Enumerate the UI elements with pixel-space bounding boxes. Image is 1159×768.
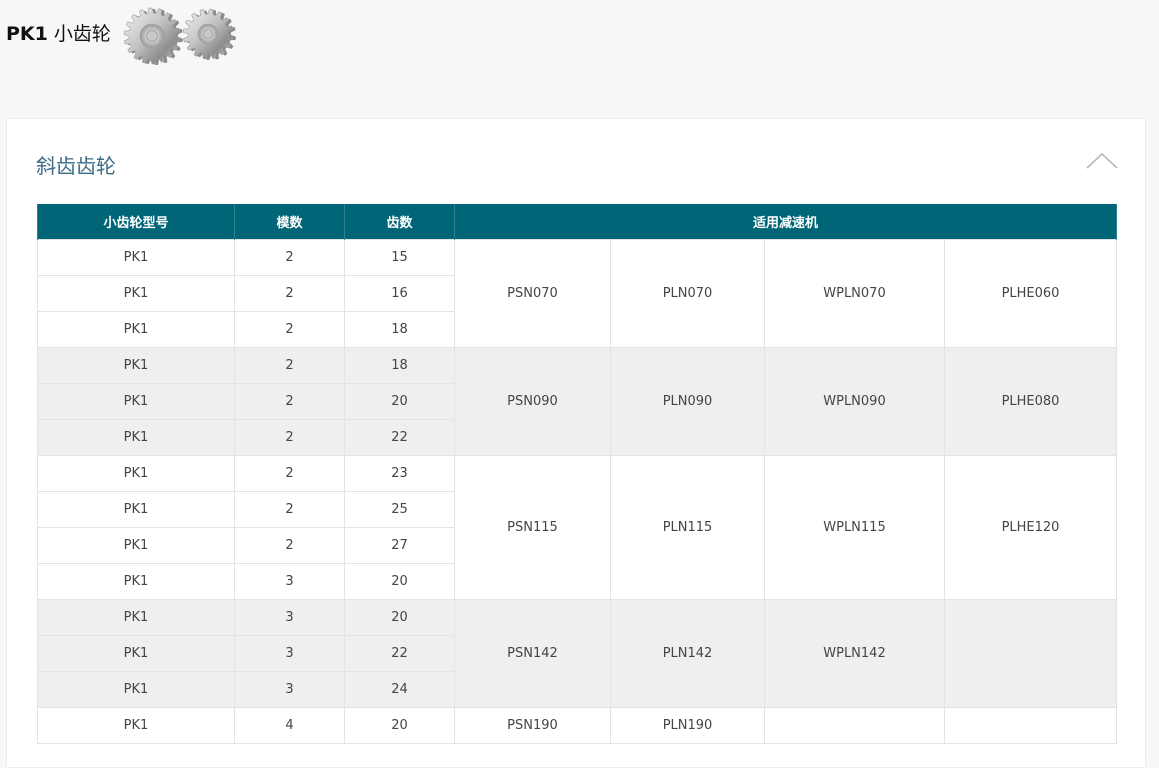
table-group: PK1 3 20 PSN142 PLN142 WPLN142 PK1 3 22 PK1 3 24: [37, 599, 1118, 708]
cell-pinion-model: PK1: [37, 707, 235, 744]
cell-reducer-plhe: PLHE060: [943, 239, 1118, 348]
cell-teeth: 20: [344, 599, 455, 636]
cell-pinion-model: PK1: [37, 383, 235, 420]
table-row: PK1 2 15 PSN070 PLN070 WPLN070 PLHE060: [37, 239, 1118, 348]
section-title: 斜齿齿轮: [36, 154, 116, 178]
cell-reducer-pln: PLN070: [610, 239, 765, 348]
cell-reducer-plhe: PLHE120: [943, 455, 1118, 600]
cell-reducer-plhe: PLHE080: [943, 347, 1118, 456]
cell-module: 2: [234, 347, 345, 384]
chevron-up-icon[interactable]: [1085, 149, 1119, 171]
cell-reducer-plhe: [943, 599, 1118, 708]
header-teeth: 齿数: [344, 204, 455, 240]
table-row: PK1 4 20 PSN190 PLN190: [37, 707, 1118, 744]
cell-teeth: 20: [344, 563, 455, 600]
cell-pinion-model: PK1: [37, 563, 235, 600]
cell-pinion-model: PK1: [37, 311, 235, 348]
cell-teeth: 18: [344, 311, 455, 348]
table-row: PK1 2 18 PSN090 PLN090 WPLN090 PLHE080: [37, 347, 1118, 456]
cell-reducer-wpln: WPLN115: [764, 455, 945, 600]
gear-spec-table: 小齿轮型号 模数 齿数 适用减速机 PK1 2 15 PSN070 PLN070 WPLN…: [37, 204, 1118, 744]
cell-teeth: 22: [344, 635, 455, 672]
cell-reducer-wpln: [764, 707, 945, 744]
cell-teeth: 24: [344, 671, 455, 708]
cell-module: 2: [234, 527, 345, 564]
cell-module: 2: [234, 419, 345, 456]
cell-module: 3: [234, 671, 345, 708]
table-group: PK1 2 15 PSN070 PLN070 WPLN070 PLHE060 PK1 2 16 PK…: [37, 239, 1118, 348]
cell-teeth: 27: [344, 527, 455, 564]
cell-pinion-model: PK1: [37, 635, 235, 672]
cell-reducer-psn: PSN190: [454, 707, 611, 744]
cell-module: 2: [234, 491, 345, 528]
table-row: PK1 3 20 PSN142 PLN142 WPLN142: [37, 599, 1118, 708]
cell-module: 2: [234, 311, 345, 348]
gear-spec-card: 斜齿齿轮 小齿轮型号 模数 齿数 适用减速机 PK1 2 15 PSN070 PLN07…: [6, 118, 1146, 768]
table-group: PK1 4 20 PSN190 PLN190: [37, 707, 1118, 744]
table-row: PK1 2 23 PSN115 PLN115 WPLN115 PLHE120: [37, 455, 1118, 600]
cell-reducer-psn: PSN142: [454, 599, 611, 708]
cell-reducer-psn: PSN090: [454, 347, 611, 456]
cell-reducer-wpln: WPLN090: [764, 347, 945, 456]
cell-module: 2: [234, 275, 345, 312]
cell-reducer-wpln: WPLN070: [764, 239, 945, 348]
cell-module: 2: [234, 383, 345, 420]
cell-module: 4: [234, 707, 345, 744]
cell-reducer-pln: PLN190: [610, 707, 765, 744]
cell-teeth: 18: [344, 347, 455, 384]
cell-reducer-plhe: [943, 707, 1118, 744]
page-header: PK1 小齿轮: [0, 0, 1159, 70]
cell-pinion-model: PK1: [37, 239, 235, 276]
cell-teeth: 25: [344, 491, 455, 528]
page-title-model: PK1: [6, 23, 48, 45]
cell-teeth: 22: [344, 419, 455, 456]
cell-module: 3: [234, 563, 345, 600]
cell-pinion-model: PK1: [37, 347, 235, 384]
header-reducers: 适用减速机: [453, 204, 1118, 240]
cell-pinion-model: PK1: [37, 599, 235, 636]
cell-reducer-pln: PLN115: [610, 455, 765, 600]
cell-reducer-wpln: WPLN142: [764, 599, 945, 708]
cell-teeth: 20: [344, 707, 455, 744]
header-module: 模数: [234, 204, 345, 240]
cell-pinion-model: PK1: [37, 491, 235, 528]
cell-teeth: 15: [344, 239, 455, 276]
cell-teeth: 23: [344, 455, 455, 492]
cell-pinion-model: PK1: [37, 419, 235, 456]
cell-teeth: 20: [344, 383, 455, 420]
cell-pinion-model: PK1: [37, 455, 235, 492]
cell-pinion-model: PK1: [37, 527, 235, 564]
table-header-row: 小齿轮型号 模数 齿数 适用减速机: [37, 204, 1118, 240]
header-pinion-model: 小齿轮型号: [37, 204, 235, 240]
page-title-text: 小齿轮: [53, 23, 111, 45]
helical-gears-image: [123, 7, 236, 65]
cell-module: 3: [234, 635, 345, 672]
cell-module: 3: [234, 599, 345, 636]
cell-reducer-psn: PSN070: [454, 239, 611, 348]
cell-teeth: 16: [344, 275, 455, 312]
page-title: PK1 小齿轮: [6, 19, 111, 46]
cell-module: 2: [234, 239, 345, 276]
cell-reducer-pln: PLN142: [610, 599, 765, 708]
table-group: PK1 2 23 PSN115 PLN115 WPLN115 PLHE120 PK1 2 25 PK…: [37, 455, 1118, 600]
cell-pinion-model: PK1: [37, 275, 235, 312]
cell-module: 2: [234, 455, 345, 492]
cell-reducer-pln: PLN090: [610, 347, 765, 456]
table-group: PK1 2 18 PSN090 PLN090 WPLN090 PLHE080 PK1 2 20 PK…: [37, 347, 1118, 456]
cell-pinion-model: PK1: [37, 671, 235, 708]
cell-reducer-psn: PSN115: [454, 455, 611, 600]
